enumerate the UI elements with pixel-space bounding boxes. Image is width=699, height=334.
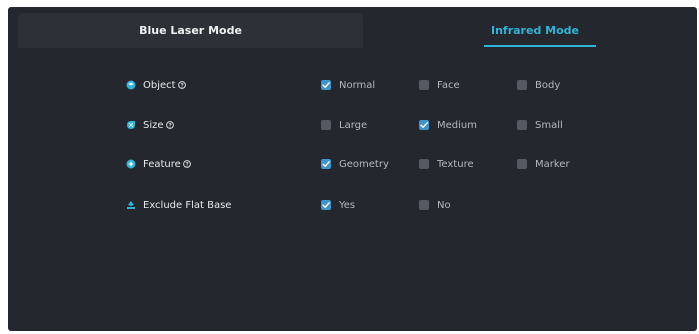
help-icon[interactable] xyxy=(177,81,186,89)
option-label: Marker xyxy=(535,158,570,170)
option-no[interactable]: No xyxy=(419,195,451,215)
size-icon xyxy=(126,120,136,130)
checkmark-icon xyxy=(322,82,330,88)
checkbox-checked[interactable] xyxy=(321,159,331,169)
tab-infrared-label: Infrared Mode xyxy=(491,24,579,37)
scan-settings-panel: Blue Laser Mode Infrared Mode Object Nor… xyxy=(8,7,697,331)
checkbox-checked[interactable] xyxy=(321,80,331,90)
checkbox-unchecked[interactable] xyxy=(321,120,331,130)
help-icon[interactable] xyxy=(182,160,191,168)
option-label: Face xyxy=(437,79,460,91)
option-label: Geometry xyxy=(339,158,389,170)
object-icon xyxy=(126,80,136,90)
option-face[interactable]: Face xyxy=(419,75,460,95)
checkmark-icon xyxy=(322,161,330,167)
feature-icon xyxy=(126,159,136,169)
option-marker[interactable]: Marker xyxy=(517,154,570,174)
option-geometry[interactable]: Geometry xyxy=(321,154,389,174)
row-object-label: Object xyxy=(143,79,176,91)
checkbox-unchecked[interactable] xyxy=(419,200,429,210)
checkmark-icon xyxy=(420,122,428,128)
option-large[interactable]: Large xyxy=(321,115,367,135)
checkbox-unchecked[interactable] xyxy=(517,120,527,130)
option-medium[interactable]: Medium xyxy=(419,115,477,135)
checkbox-checked[interactable] xyxy=(419,120,429,130)
option-normal[interactable]: Normal xyxy=(321,75,375,95)
tab-blue-laser-mode[interactable]: Blue Laser Mode xyxy=(18,13,363,48)
flat-base-icon xyxy=(126,200,136,210)
row-size: Size Large Medium Small xyxy=(8,115,697,135)
option-yes[interactable]: Yes xyxy=(321,195,355,215)
row-exclude-flat-base-label-group: Exclude Flat Base xyxy=(126,195,231,215)
mode-tabs: Blue Laser Mode Infrared Mode xyxy=(8,7,697,50)
checkmark-icon xyxy=(322,202,330,208)
tab-blue-laser-label: Blue Laser Mode xyxy=(139,24,242,37)
row-object: Object Normal Face Body xyxy=(8,75,697,95)
active-tab-indicator xyxy=(484,45,596,47)
row-feature: Feature Geometry Texture Marker xyxy=(8,154,697,174)
option-label: Small xyxy=(535,119,563,131)
checkbox-unchecked[interactable] xyxy=(517,159,527,169)
option-label: Body xyxy=(535,79,561,91)
checkbox-checked[interactable] xyxy=(321,200,331,210)
option-label: No xyxy=(437,199,451,211)
row-size-label-group: Size xyxy=(126,115,174,135)
checkbox-unchecked[interactable] xyxy=(517,80,527,90)
row-object-label-group: Object xyxy=(126,75,186,95)
option-texture[interactable]: Texture xyxy=(419,154,474,174)
option-small[interactable]: Small xyxy=(517,115,563,135)
option-label: Medium xyxy=(437,119,477,131)
row-feature-label-group: Feature xyxy=(126,154,191,174)
row-feature-label: Feature xyxy=(143,158,181,170)
row-exclude-flat-base-label: Exclude Flat Base xyxy=(143,199,232,211)
checkbox-unchecked[interactable] xyxy=(419,159,429,169)
tab-infrared-mode[interactable]: Infrared Mode xyxy=(474,13,596,48)
checkbox-unchecked[interactable] xyxy=(419,80,429,90)
help-icon[interactable] xyxy=(165,121,174,129)
option-label: Texture xyxy=(437,158,474,170)
option-label: Large xyxy=(339,119,368,131)
option-label: Yes xyxy=(339,199,356,211)
row-size-label: Size xyxy=(143,119,164,131)
option-label: Normal xyxy=(339,79,376,91)
row-exclude-flat-base: Exclude Flat Base Yes No xyxy=(8,195,697,215)
option-body[interactable]: Body xyxy=(517,75,560,95)
